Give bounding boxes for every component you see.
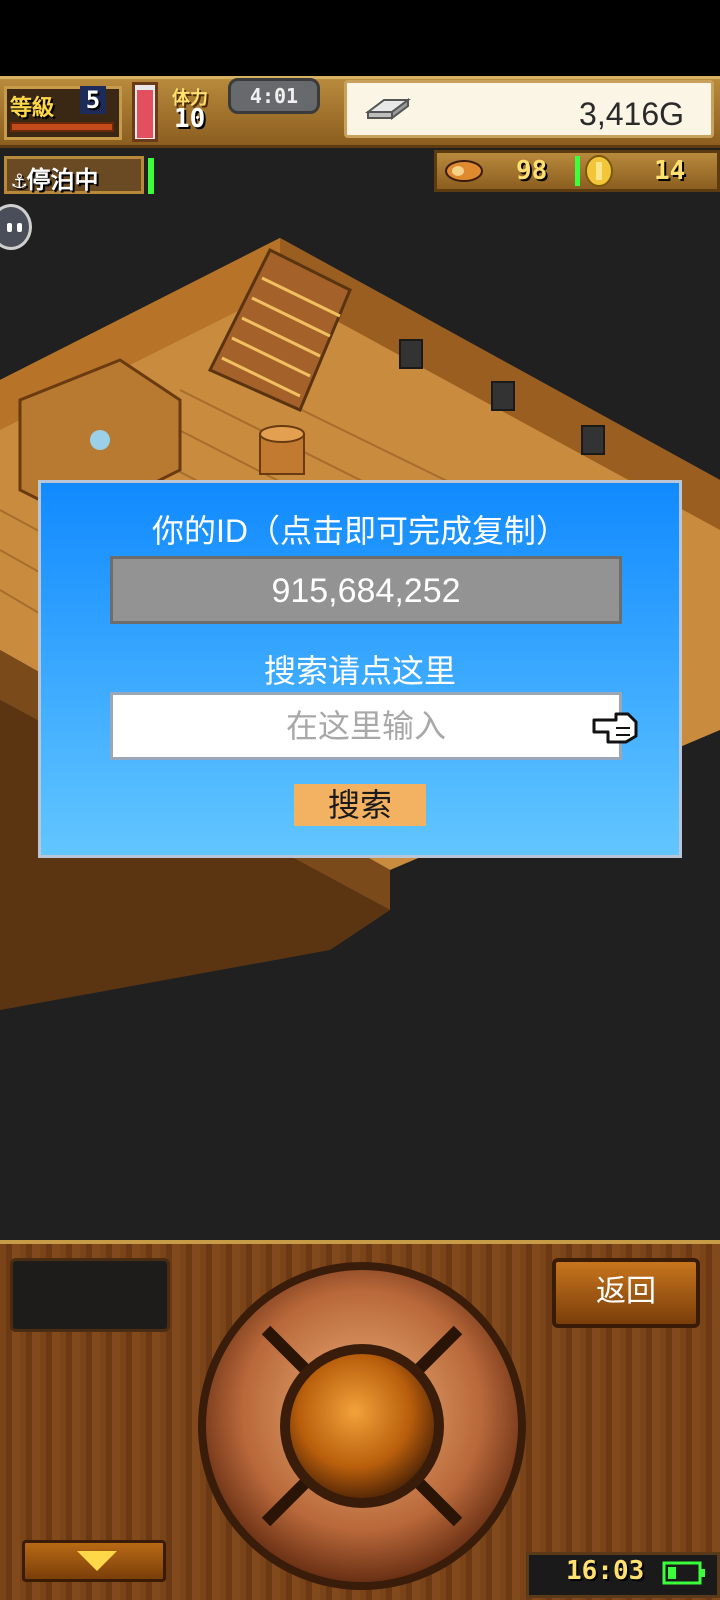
status-bar-background	[0, 0, 720, 76]
gold-coin-icon	[585, 155, 613, 187]
info-screen	[10, 1258, 170, 1332]
player-id-value[interactable]: 915,684,252	[110, 572, 622, 611]
food-icon	[445, 160, 483, 182]
status-label: ⚓停泊中	[12, 160, 98, 195]
food-value: 98	[516, 156, 548, 186]
chevron-down-icon	[77, 1551, 117, 1571]
money-value: 3,416G	[579, 96, 684, 132]
game-clock: 4:01	[228, 78, 320, 114]
coin-value: 14	[654, 156, 686, 186]
food-indicator	[575, 156, 580, 186]
direction-pad[interactable]	[194, 1258, 530, 1594]
stamina-gauge-fill	[137, 90, 153, 138]
level-progress-bar	[10, 122, 114, 132]
search-button[interactable]: 搜索	[294, 784, 426, 826]
menu-down-button[interactable]	[22, 1540, 166, 1582]
level-value: 5	[80, 86, 106, 114]
real-time-clock: 16:03	[566, 1556, 645, 1586]
silver-bar-icon	[365, 98, 411, 120]
status-text: 停泊中	[26, 166, 99, 194]
level-label: 等級	[10, 96, 55, 121]
stamina-value: 10	[174, 104, 206, 134]
anchor-icon: ⚓	[12, 166, 27, 194]
pointer-hand-icon	[592, 712, 638, 744]
dialog-title: 你的ID（点击即可完成复制）	[151, 513, 568, 549]
search-hint: 搜索请点这里	[263, 653, 456, 689]
battery-icon	[662, 1561, 705, 1585]
back-button[interactable]: 返回	[552, 1258, 700, 1328]
search-input[interactable]	[110, 692, 622, 760]
status-indicator	[148, 158, 154, 194]
